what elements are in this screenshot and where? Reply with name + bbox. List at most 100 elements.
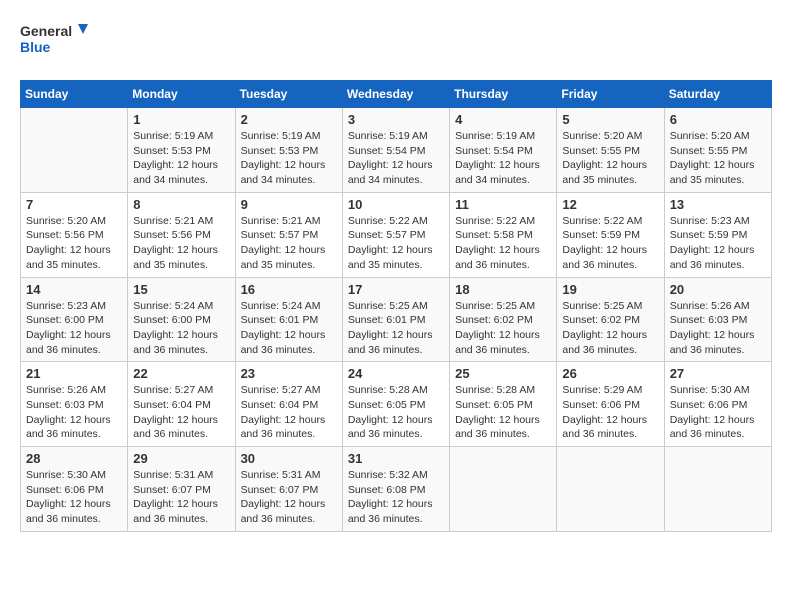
week-row-0: 1Sunrise: 5:19 AMSunset: 5:53 PMDaylight…	[21, 108, 772, 193]
page-header: General Blue	[20, 20, 772, 64]
cell-text: Sunrise: 5:23 AMSunset: 6:00 PMDaylight:…	[26, 299, 122, 358]
header-cell-wednesday: Wednesday	[342, 81, 449, 108]
calendar-cell: 23 Sunrise: 5:27 AMSunset: 6:04 PMDayligh…	[235, 362, 342, 447]
calendar-cell: 2 Sunrise: 5:19 AMSunset: 5:53 PMDaylight…	[235, 108, 342, 193]
cell-text: Sunrise: 5:20 AMSunset: 5:55 PMDaylight:…	[670, 129, 766, 188]
day-number: 11	[455, 197, 551, 212]
cell-text: Sunrise: 5:28 AMSunset: 6:05 PMDaylight:…	[348, 383, 444, 442]
cell-text: Sunrise: 5:25 AMSunset: 6:02 PMDaylight:…	[455, 299, 551, 358]
cell-text: Sunrise: 5:26 AMSunset: 6:03 PMDaylight:…	[670, 299, 766, 358]
cell-text: Sunrise: 5:24 AMSunset: 6:00 PMDaylight:…	[133, 299, 229, 358]
cell-text: Sunrise: 5:31 AMSunset: 6:07 PMDaylight:…	[241, 468, 337, 527]
calendar-cell: 10Sunrise: 5:22 AMSunset: 5:57 PMDayligh…	[342, 192, 449, 277]
calendar-cell: 31 Sunrise: 5:32 AMSunset: 6:08 PMDayligh…	[342, 447, 449, 532]
calendar-body: 1Sunrise: 5:19 AMSunset: 5:53 PMDaylight…	[21, 108, 772, 532]
calendar-cell: 14 Sunrise: 5:23 AMSunset: 6:00 PMDayligh…	[21, 277, 128, 362]
calendar-cell: 20 Sunrise: 5:26 AMSunset: 6:03 PMDayligh…	[664, 277, 771, 362]
calendar-cell: 30 Sunrise: 5:31 AMSunset: 6:07 PMDayligh…	[235, 447, 342, 532]
cell-text: Sunrise: 5:24 AMSunset: 6:01 PMDaylight:…	[241, 299, 337, 358]
logo: General Blue	[20, 20, 90, 64]
cell-text: Sunrise: 5:22 AMSunset: 5:59 PMDaylight:…	[562, 214, 658, 273]
day-number: 19	[562, 282, 658, 297]
calendar-cell: 3Sunrise: 5:19 AMSunset: 5:54 PMDaylight…	[342, 108, 449, 193]
calendar-cell: 18 Sunrise: 5:25 AMSunset: 6:02 PMDayligh…	[450, 277, 557, 362]
cell-text: Sunrise: 5:28 AMSunset: 6:05 PMDaylight:…	[455, 383, 551, 442]
cell-text: Sunrise: 5:19 AMSunset: 5:54 PMDaylight:…	[455, 129, 551, 188]
cell-text: Sunrise: 5:19 AMSunset: 5:53 PMDaylight:…	[133, 129, 229, 188]
cell-text: Sunrise: 5:26 AMSunset: 6:03 PMDaylight:…	[26, 383, 122, 442]
cell-text: Sunrise: 5:32 AMSunset: 6:08 PMDaylight:…	[348, 468, 444, 527]
day-number: 17	[348, 282, 444, 297]
cell-text: Sunrise: 5:19 AMSunset: 5:54 PMDaylight:…	[348, 129, 444, 188]
day-number: 4	[455, 112, 551, 127]
week-row-4: 28 Sunrise: 5:30 AMSunset: 6:06 PMDayligh…	[21, 447, 772, 532]
calendar-cell: 5 Sunrise: 5:20 AMSunset: 5:55 PMDaylight…	[557, 108, 664, 193]
calendar-cell	[664, 447, 771, 532]
day-number: 26	[562, 366, 658, 381]
day-number: 30	[241, 451, 337, 466]
svg-text:Blue: Blue	[20, 39, 51, 55]
cell-text: Sunrise: 5:19 AMSunset: 5:53 PMDaylight:…	[241, 129, 337, 188]
calendar-cell: 11 Sunrise: 5:22 AMSunset: 5:58 PMDayligh…	[450, 192, 557, 277]
calendar-cell	[450, 447, 557, 532]
day-number: 9	[241, 197, 337, 212]
header-cell-tuesday: Tuesday	[235, 81, 342, 108]
week-row-1: 7Sunrise: 5:20 AMSunset: 5:56 PMDaylight…	[21, 192, 772, 277]
cell-text: Sunrise: 5:20 AMSunset: 5:55 PMDaylight:…	[562, 129, 658, 188]
header-cell-monday: Monday	[128, 81, 235, 108]
cell-text: Sunrise: 5:29 AMSunset: 6:06 PMDaylight:…	[562, 383, 658, 442]
day-number: 14	[26, 282, 122, 297]
calendar-cell: 22 Sunrise: 5:27 AMSunset: 6:04 PMDayligh…	[128, 362, 235, 447]
calendar-cell: 1Sunrise: 5:19 AMSunset: 5:53 PMDaylight…	[128, 108, 235, 193]
calendar-cell: 13 Sunrise: 5:23 AMSunset: 5:59 PMDayligh…	[664, 192, 771, 277]
cell-text: Sunrise: 5:30 AMSunset: 6:06 PMDaylight:…	[670, 383, 766, 442]
day-number: 21	[26, 366, 122, 381]
calendar-header: SundayMondayTuesdayWednesdayThursdayFrid…	[21, 81, 772, 108]
day-number: 27	[670, 366, 766, 381]
calendar-cell: 6 Sunrise: 5:20 AMSunset: 5:55 PMDaylight…	[664, 108, 771, 193]
day-number: 13	[670, 197, 766, 212]
day-number: 31	[348, 451, 444, 466]
calendar-cell: 15 Sunrise: 5:24 AMSunset: 6:00 PMDayligh…	[128, 277, 235, 362]
cell-text: Sunrise: 5:23 AMSunset: 5:59 PMDaylight:…	[670, 214, 766, 273]
week-row-2: 14 Sunrise: 5:23 AMSunset: 6:00 PMDayligh…	[21, 277, 772, 362]
day-number: 25	[455, 366, 551, 381]
calendar-cell: 7Sunrise: 5:20 AMSunset: 5:56 PMDaylight…	[21, 192, 128, 277]
cell-text: Sunrise: 5:30 AMSunset: 6:06 PMDaylight:…	[26, 468, 122, 527]
cell-text: Sunrise: 5:22 AMSunset: 5:57 PMDaylight:…	[348, 214, 444, 273]
day-number: 16	[241, 282, 337, 297]
cell-text: Sunrise: 5:20 AMSunset: 5:56 PMDaylight:…	[26, 214, 122, 273]
svg-text:General: General	[20, 23, 72, 39]
day-number: 18	[455, 282, 551, 297]
calendar-cell: 4 Sunrise: 5:19 AMSunset: 5:54 PMDaylight…	[450, 108, 557, 193]
calendar-cell: 26 Sunrise: 5:29 AMSunset: 6:06 PMDayligh…	[557, 362, 664, 447]
calendar-cell: 28 Sunrise: 5:30 AMSunset: 6:06 PMDayligh…	[21, 447, 128, 532]
cell-text: Sunrise: 5:27 AMSunset: 6:04 PMDaylight:…	[241, 383, 337, 442]
calendar-cell: 16 Sunrise: 5:24 AMSunset: 6:01 PMDayligh…	[235, 277, 342, 362]
day-number: 15	[133, 282, 229, 297]
day-number: 22	[133, 366, 229, 381]
header-cell-saturday: Saturday	[664, 81, 771, 108]
calendar-cell	[557, 447, 664, 532]
cell-text: Sunrise: 5:31 AMSunset: 6:07 PMDaylight:…	[133, 468, 229, 527]
cell-text: Sunrise: 5:22 AMSunset: 5:58 PMDaylight:…	[455, 214, 551, 273]
calendar-cell: 21 Sunrise: 5:26 AMSunset: 6:03 PMDayligh…	[21, 362, 128, 447]
day-number: 2	[241, 112, 337, 127]
day-number: 20	[670, 282, 766, 297]
cell-text: Sunrise: 5:21 AMSunset: 5:57 PMDaylight:…	[241, 214, 337, 273]
day-number: 28	[26, 451, 122, 466]
calendar-cell: 12 Sunrise: 5:22 AMSunset: 5:59 PMDayligh…	[557, 192, 664, 277]
day-number: 23	[241, 366, 337, 381]
day-number: 12	[562, 197, 658, 212]
day-number: 8	[133, 197, 229, 212]
day-number: 5	[562, 112, 658, 127]
cell-text: Sunrise: 5:25 AMSunset: 6:01 PMDaylight:…	[348, 299, 444, 358]
calendar-cell: 29Sunrise: 5:31 AMSunset: 6:07 PMDayligh…	[128, 447, 235, 532]
calendar-cell: 9 Sunrise: 5:21 AMSunset: 5:57 PMDaylight…	[235, 192, 342, 277]
day-number: 6	[670, 112, 766, 127]
logo-svg: General Blue	[20, 20, 90, 64]
calendar-cell: 19Sunrise: 5:25 AMSunset: 6:02 PMDayligh…	[557, 277, 664, 362]
header-cell-thursday: Thursday	[450, 81, 557, 108]
cell-text: Sunrise: 5:27 AMSunset: 6:04 PMDaylight:…	[133, 383, 229, 442]
calendar-cell: 24Sunrise: 5:28 AMSunset: 6:05 PMDayligh…	[342, 362, 449, 447]
